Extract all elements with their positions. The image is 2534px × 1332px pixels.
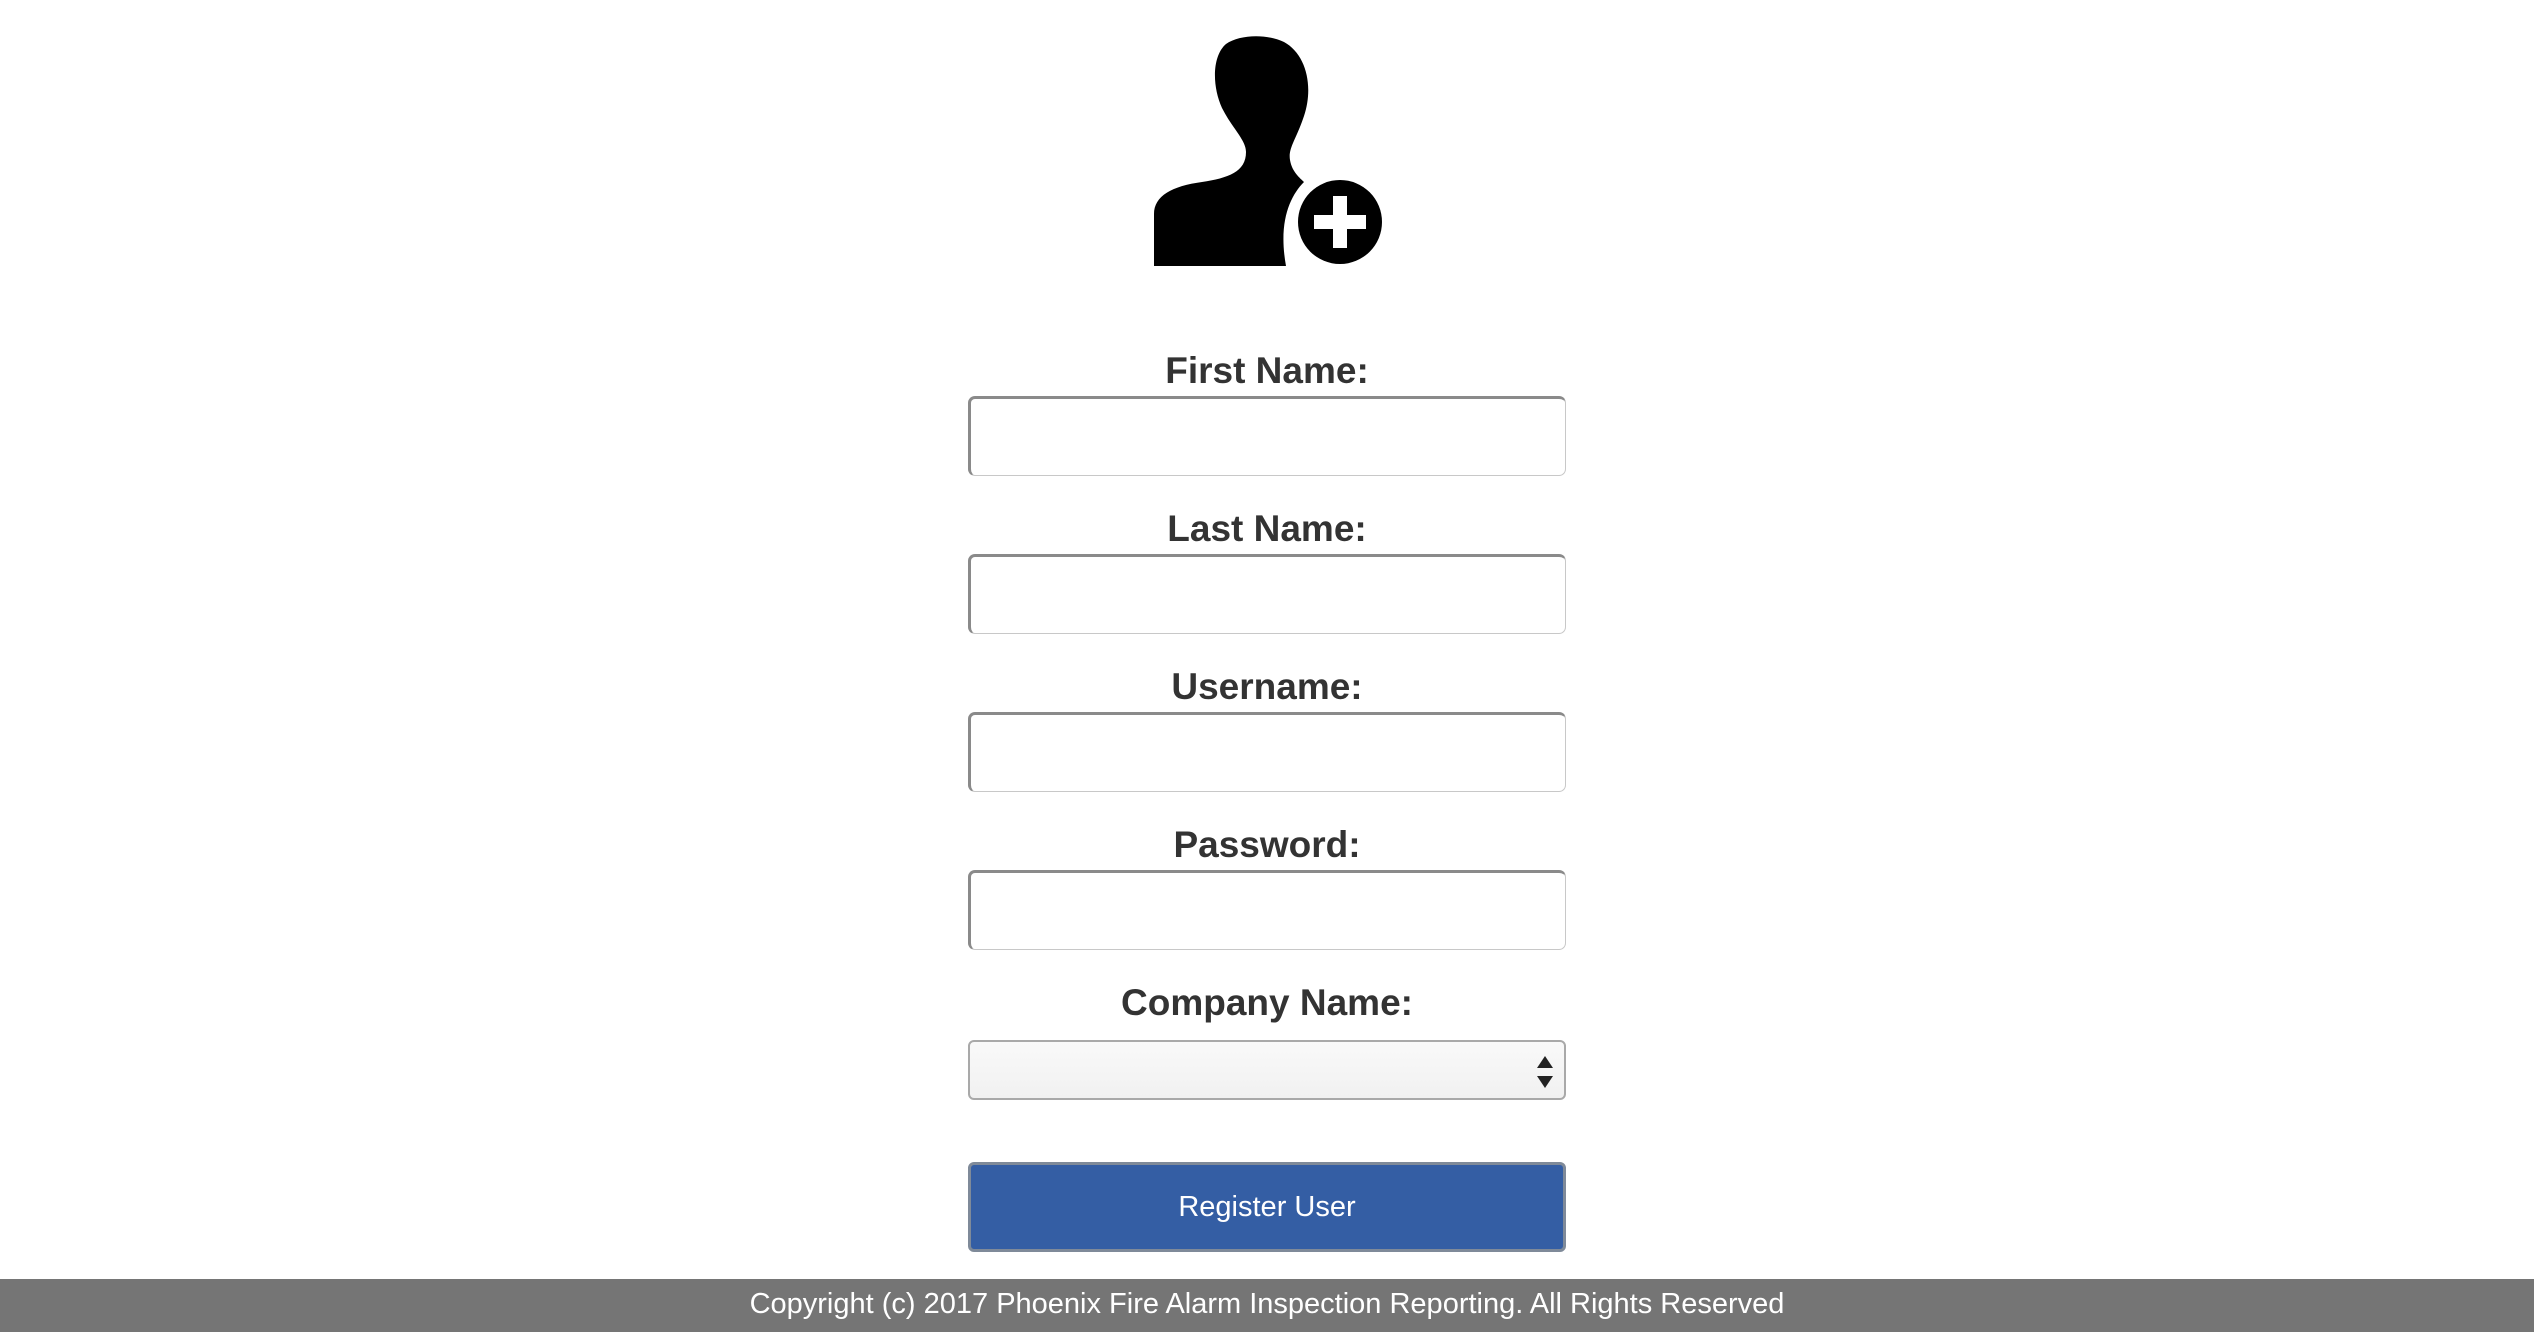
footer: Copyright (c) 2017 Phoenix Fire Alarm In… [0, 1279, 2534, 1332]
last-name-input[interactable] [968, 554, 1566, 634]
register-form: First Name: Last Name: Username: Passwor… [968, 346, 1566, 1252]
add-user-icon [1150, 36, 1390, 276]
username-label: Username: [1171, 666, 1363, 707]
copyright-text: Copyright (c) 2017 Phoenix Fire Alarm In… [749, 1288, 1785, 1320]
register-user-button[interactable]: Register User [968, 1162, 1566, 1252]
first-name-label: First Name: [1165, 350, 1369, 391]
last-name-label: Last Name: [1167, 508, 1367, 549]
password-label: Password: [1173, 824, 1361, 865]
username-input[interactable] [968, 712, 1566, 792]
select-arrows-icon [1534, 1052, 1556, 1092]
first-name-input[interactable] [968, 396, 1566, 476]
register-page: First Name: Last Name: Username: Passwor… [0, 0, 2534, 1332]
password-input[interactable] [968, 870, 1566, 950]
company-name-select[interactable] [968, 1040, 1566, 1100]
company-name-label: Company Name: [1121, 982, 1413, 1023]
